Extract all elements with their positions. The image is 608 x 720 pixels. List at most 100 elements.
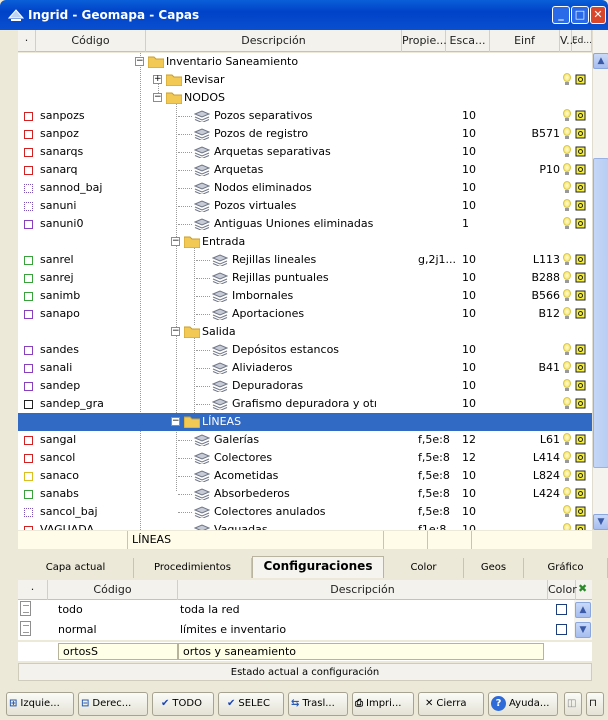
layer-color-swatch[interactable] <box>24 292 33 301</box>
layer-tree-grid[interactable]: − Inventario Saneamiento + Revisar − NOD… <box>18 53 592 530</box>
visibility-bulb-icon[interactable] <box>562 163 571 176</box>
visibility-bulb-icon[interactable] <box>562 127 571 140</box>
layer-color-swatch[interactable] <box>24 310 33 319</box>
color-checkbox[interactable] <box>556 624 567 635</box>
visibility-bulb-icon[interactable] <box>562 73 571 86</box>
visibility-bulb-icon[interactable] <box>562 451 571 464</box>
config-col-codigo[interactable]: Código <box>48 580 178 600</box>
layer-row[interactable]: sanimb Imbornales 10 B566 <box>18 287 592 305</box>
layer-color-swatch[interactable] <box>24 472 33 481</box>
visibility-bulb-icon[interactable] <box>562 217 571 230</box>
col-v[interactable]: V... <box>560 30 577 52</box>
edit-gear-icon[interactable] <box>575 272 586 283</box>
collapse-icon[interactable]: − <box>171 417 180 426</box>
edit-gear-icon[interactable] <box>575 74 586 85</box>
expand-icon[interactable]: + <box>153 75 162 84</box>
color-checkbox[interactable] <box>556 604 567 615</box>
layer-row[interactable]: sanarqs Arquetas separativas 10 <box>18 143 592 161</box>
visibility-bulb-icon[interactable] <box>562 505 571 518</box>
config-row[interactable]: normal límites e inventario <box>18 620 574 640</box>
layer-row[interactable]: sanapo Aportaciones 10 B12 <box>18 305 592 323</box>
layer-color-swatch[interactable] <box>24 184 33 193</box>
layer-row[interactable]: sangal Galerías f,5e:8 12 L61 <box>18 431 592 449</box>
col-ed[interactable]: Ed... <box>572 30 592 52</box>
layer-color-swatch[interactable] <box>24 274 33 283</box>
visibility-bulb-icon[interactable] <box>562 361 571 374</box>
layer-row[interactable]: sanuni0 Antiguas Uniones eliminadas 1 <box>18 215 592 233</box>
layer-row[interactable]: sandes Depósitos estancos 10 <box>18 341 592 359</box>
tab-grafico[interactable]: Gráfico <box>524 558 608 578</box>
col-descripcion[interactable]: Descripción <box>146 30 402 52</box>
visibility-bulb-icon[interactable] <box>562 487 571 500</box>
visibility-bulb-icon[interactable] <box>562 289 571 302</box>
visibility-bulb-icon[interactable] <box>562 271 571 284</box>
edit-gear-icon[interactable] <box>575 452 586 463</box>
layer-color-swatch[interactable] <box>24 346 33 355</box>
config-grid[interactable]: todo toda la red normal límites e invent… <box>18 600 574 640</box>
edit-gear-icon[interactable] <box>575 218 586 229</box>
scroll-up-icon[interactable]: ▲ <box>593 53 608 69</box>
layer-color-swatch[interactable] <box>24 112 33 121</box>
tab-color[interactable]: Color <box>384 558 464 578</box>
col-einf[interactable]: Einf <box>490 30 560 52</box>
scroll-down-icon[interactable]: ▼ <box>575 622 591 638</box>
col-esca[interactable]: Esca... <box>446 30 490 52</box>
config-row[interactable]: todo toda la red <box>18 600 574 620</box>
layer-color-swatch[interactable] <box>24 454 33 463</box>
layer-color-swatch[interactable] <box>24 202 33 211</box>
tab-geos[interactable]: Geos <box>464 558 524 578</box>
edit-gear-icon[interactable] <box>575 434 586 445</box>
todo-button[interactable]: ✔ TODO <box>152 692 214 716</box>
visibility-bulb-icon[interactable] <box>562 307 571 320</box>
layer-color-swatch[interactable] <box>24 436 33 445</box>
edit-gear-icon[interactable] <box>575 398 586 409</box>
visibility-bulb-icon[interactable] <box>562 469 571 482</box>
scroll-thumb[interactable] <box>593 158 608 468</box>
edit-gear-icon[interactable] <box>575 200 586 211</box>
visibility-bulb-icon[interactable] <box>562 343 571 356</box>
layer-row[interactable]: sanpozs Pozos separativos 10 <box>18 107 592 125</box>
layer-row[interactable]: sandep_gra Grafismo depuradora y otı 10 <box>18 395 592 413</box>
layer-row[interactable]: sanrej Rejillas puntuales 10 B288 <box>18 269 592 287</box>
minimize-button[interactable]: _ <box>552 6 570 24</box>
layer-row[interactable]: sandep Depuradoras 10 <box>18 377 592 395</box>
layer-row[interactable]: sancol Colectores f,5e:8 12 L414 <box>18 449 592 467</box>
edit-gear-icon[interactable] <box>575 488 586 499</box>
layer-color-swatch[interactable] <box>24 256 33 265</box>
tree-node-salida[interactable]: − Salida <box>18 323 592 341</box>
tree-node-nodos[interactable]: − NODOS <box>18 89 592 107</box>
edit-gear-icon[interactable] <box>575 362 586 373</box>
visibility-bulb-icon[interactable] <box>562 379 571 392</box>
collapse-icon[interactable]: − <box>153 93 162 102</box>
layer-row[interactable]: sancol_baj Colectores anulados f,5e:8 10 <box>18 503 592 521</box>
layer-color-swatch[interactable] <box>24 166 33 175</box>
visibility-bulb-icon[interactable] <box>562 199 571 212</box>
visibility-bulb-icon[interactable] <box>562 523 571 530</box>
tree-node-lineas[interactable]: − LÍNEAS <box>18 413 592 431</box>
imprimir-button[interactable]: ⎙ Impri... <box>352 692 414 716</box>
edit-gear-icon[interactable] <box>575 110 586 121</box>
layer-row[interactable]: VAGUADA Vaguadas f1e:8 10 <box>18 521 592 530</box>
config-scrollbar[interactable]: ▲ ▼ <box>574 600 592 640</box>
layer-row[interactable]: sanaco Acometidas f,5e:8 10 L824 <box>18 467 592 485</box>
estado-actual-button[interactable]: Estado actual a configuración <box>18 663 592 681</box>
edit-gear-icon[interactable] <box>575 524 586 530</box>
close-config-icon[interactable]: ✖ <box>578 582 587 595</box>
layer-color-swatch[interactable] <box>24 148 33 157</box>
layer-color-swatch[interactable] <box>24 490 33 499</box>
tree-node-root[interactable]: − Inventario Saneamiento <box>18 53 592 71</box>
visibility-bulb-icon[interactable] <box>562 109 571 122</box>
izquierda-button[interactable]: ⊞ Izquie... <box>6 692 74 716</box>
layer-color-swatch[interactable] <box>24 130 33 139</box>
config-code-input[interactable]: ortosS <box>58 643 178 660</box>
collapse-icon[interactable]: − <box>171 327 180 336</box>
visibility-bulb-icon[interactable] <box>562 181 571 194</box>
tree-node-entrada[interactable]: − Entrada <box>18 233 592 251</box>
edit-gear-icon[interactable] <box>575 254 586 265</box>
layer-color-swatch[interactable] <box>24 364 33 373</box>
traslado-button[interactable]: ⇆ Trasl... <box>288 692 348 716</box>
col-dot[interactable]: · <box>18 30 36 52</box>
visibility-bulb-icon[interactable] <box>562 253 571 266</box>
edit-gear-icon[interactable] <box>575 506 586 517</box>
config-col-dot[interactable]: · <box>18 580 48 600</box>
